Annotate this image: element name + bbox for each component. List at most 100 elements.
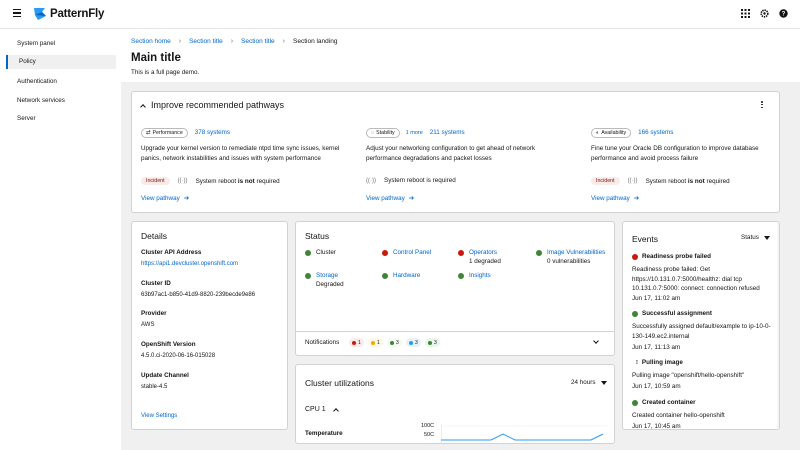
category-label: ◌ Stability bbox=[366, 128, 400, 138]
error-exclamation-icon bbox=[458, 250, 464, 256]
sidebar-item-server[interactable]: Server bbox=[17, 115, 36, 122]
status-item-link[interactable]: Storage bbox=[316, 272, 338, 279]
event-description: Readiness probe failed: Get https://10.1… bbox=[632, 266, 760, 292]
reboot-text-pre: System reboot bbox=[384, 177, 427, 184]
sidebar-item-authentication[interactable]: Authentication bbox=[17, 78, 57, 85]
category-label-text: Performance bbox=[152, 130, 183, 136]
systems-count-link[interactable]: 166 systems bbox=[638, 129, 673, 136]
systems-count-link[interactable]: 378 systems bbox=[195, 129, 230, 136]
caret-down-icon bbox=[600, 380, 607, 385]
status-item-link[interactable]: Control Panel bbox=[393, 249, 431, 258]
reboot-icon: ((·)) bbox=[627, 178, 638, 184]
notification-count: 1 bbox=[377, 339, 380, 346]
reboot-text-post: required bbox=[254, 177, 280, 185]
status-item-link[interactable]: Insights bbox=[469, 272, 491, 281]
more-labels-link[interactable]: 1 more bbox=[406, 130, 423, 136]
notification-count: 3 bbox=[434, 339, 437, 346]
breadcrumb-item[interactable]: Section title bbox=[241, 38, 275, 45]
pathways-card-header[interactable]: Improve recommended pathways bbox=[140, 100, 284, 110]
error-exclamation-icon bbox=[632, 254, 638, 260]
critical-icon bbox=[352, 340, 356, 345]
brand-name: PatternFly bbox=[50, 8, 105, 20]
success-check-icon bbox=[536, 250, 542, 256]
breadcrumb-separator-icon: › bbox=[178, 38, 182, 45]
pathway-column: ◌ Stability 1 more 211 systems Adjust you… bbox=[366, 128, 566, 163]
success-check-icon bbox=[632, 311, 638, 317]
status-item: Insights bbox=[458, 272, 491, 281]
detail-value: stable-4.5 bbox=[141, 384, 168, 390]
view-pathway-link[interactable]: View pathway ➔ bbox=[366, 195, 414, 202]
notification-count: 3 bbox=[396, 339, 399, 346]
reboot-text-post: required bbox=[704, 177, 730, 185]
success-check-icon bbox=[458, 273, 464, 279]
pathway-description: Fine tune your Oracle DB configuration t… bbox=[591, 145, 759, 162]
event-description: Created container hello-openshift bbox=[632, 412, 725, 419]
sidebar-item-system-panel[interactable]: System panel bbox=[17, 40, 55, 47]
events-status-filter[interactable]: Status bbox=[741, 234, 770, 241]
notification-count: 3 bbox=[415, 339, 418, 346]
brand-logo[interactable]: PatternFly bbox=[32, 6, 104, 22]
event-title-text: Pulling image bbox=[641, 359, 683, 366]
pathway-meta: Incident ((·)) System reboot is not requ… bbox=[591, 177, 730, 185]
status-title: Status bbox=[305, 231, 330, 241]
kebab-menu-icon[interactable] bbox=[761, 101, 764, 109]
pathway-description: Upgrade your kernel version to remediate… bbox=[141, 145, 340, 162]
detail-label: Update Channel bbox=[141, 372, 189, 379]
pathway-description: Adjust your networking configuration to … bbox=[366, 145, 536, 162]
breadcrumb-separator-icon: › bbox=[282, 38, 285, 45]
breadcrumb-current: Section landing bbox=[293, 38, 338, 45]
view-pathway-link[interactable]: View pathway ➔ bbox=[141, 195, 189, 202]
notification-badge-default: 3 bbox=[425, 338, 440, 347]
notifications-toggle[interactable] bbox=[296, 331, 614, 355]
svg-text:?: ? bbox=[782, 12, 786, 18]
event-title: Successful assignment bbox=[632, 310, 712, 317]
time-range-value: 24 hours bbox=[571, 379, 596, 386]
view-settings-link[interactable]: View Settings bbox=[141, 413, 177, 419]
cluster-api-address-link[interactable]: https://api1.devcluster.openshift.com bbox=[141, 261, 238, 267]
notification-count: 1 bbox=[358, 339, 361, 346]
settings-gear-icon[interactable] bbox=[760, 9, 769, 18]
event-time: Jun 17, 10:59 am bbox=[632, 383, 681, 390]
stability-icon: ◌ bbox=[371, 130, 375, 136]
status-item-link[interactable]: Operators bbox=[469, 249, 497, 256]
bell-icon bbox=[428, 340, 432, 345]
systems-count-link[interactable]: 211 systems bbox=[430, 129, 465, 136]
view-pathway-link[interactable]: View pathway ➔ bbox=[591, 195, 639, 202]
events-scrollbar[interactable] bbox=[777, 223, 779, 428]
patternfly-logo-icon bbox=[34, 8, 46, 20]
category-label: ⇄ Performance bbox=[141, 128, 188, 138]
notification-badge-warning: 1 bbox=[368, 338, 383, 347]
status-item-sub: 1 degraded bbox=[469, 257, 501, 265]
breadcrumb-item[interactable]: Section home bbox=[131, 38, 171, 45]
detail-label: Provider bbox=[141, 310, 167, 317]
arrow-right-icon: ➔ bbox=[183, 195, 190, 202]
status-item: Cluster bbox=[305, 249, 336, 258]
cpu-label: CPU 1 bbox=[305, 406, 326, 413]
breadcrumb: Section home › Section title › Section t… bbox=[131, 38, 337, 45]
sidebar-item-network-services[interactable]: Network services bbox=[17, 97, 65, 104]
warning-icon bbox=[371, 340, 375, 345]
help-icon[interactable]: ? bbox=[779, 9, 788, 18]
sidebar-item-policy[interactable]: Policy bbox=[6, 55, 116, 69]
events-title: Events bbox=[632, 234, 658, 244]
status-item-link[interactable]: Hardware bbox=[393, 272, 420, 281]
breadcrumb-item[interactable]: Section title bbox=[189, 38, 223, 45]
chevron-up-icon[interactable] bbox=[140, 103, 146, 110]
status-item-sub: Degraded bbox=[316, 280, 344, 288]
time-range-select[interactable]: 24 hours bbox=[571, 379, 607, 386]
sidebar bbox=[0, 29, 121, 450]
cpu-toggle[interactable]: CPU 1 bbox=[305, 406, 339, 414]
reboot-icon: ((·)) bbox=[177, 178, 188, 184]
success-check-icon bbox=[382, 273, 388, 279]
hamburger-menu-icon[interactable] bbox=[13, 9, 21, 19]
apps-grid-icon[interactable] bbox=[741, 9, 750, 18]
status-item-link[interactable]: Image Vulnerabilities bbox=[547, 249, 605, 256]
event-time: Jun 17, 11:02 am bbox=[632, 295, 681, 302]
reboot-text: System reboot is not required bbox=[646, 178, 730, 185]
event-description: Pulling image "openshift/hello-openshift… bbox=[632, 372, 745, 379]
arrow-right-icon: ➔ bbox=[633, 195, 640, 202]
page-subtitle: This is a full page demo. bbox=[131, 69, 200, 76]
event-time: Jun 17, 11:13 am bbox=[632, 344, 681, 351]
chevron-up-icon bbox=[332, 408, 339, 414]
notifications-label: Notifications bbox=[305, 339, 340, 346]
